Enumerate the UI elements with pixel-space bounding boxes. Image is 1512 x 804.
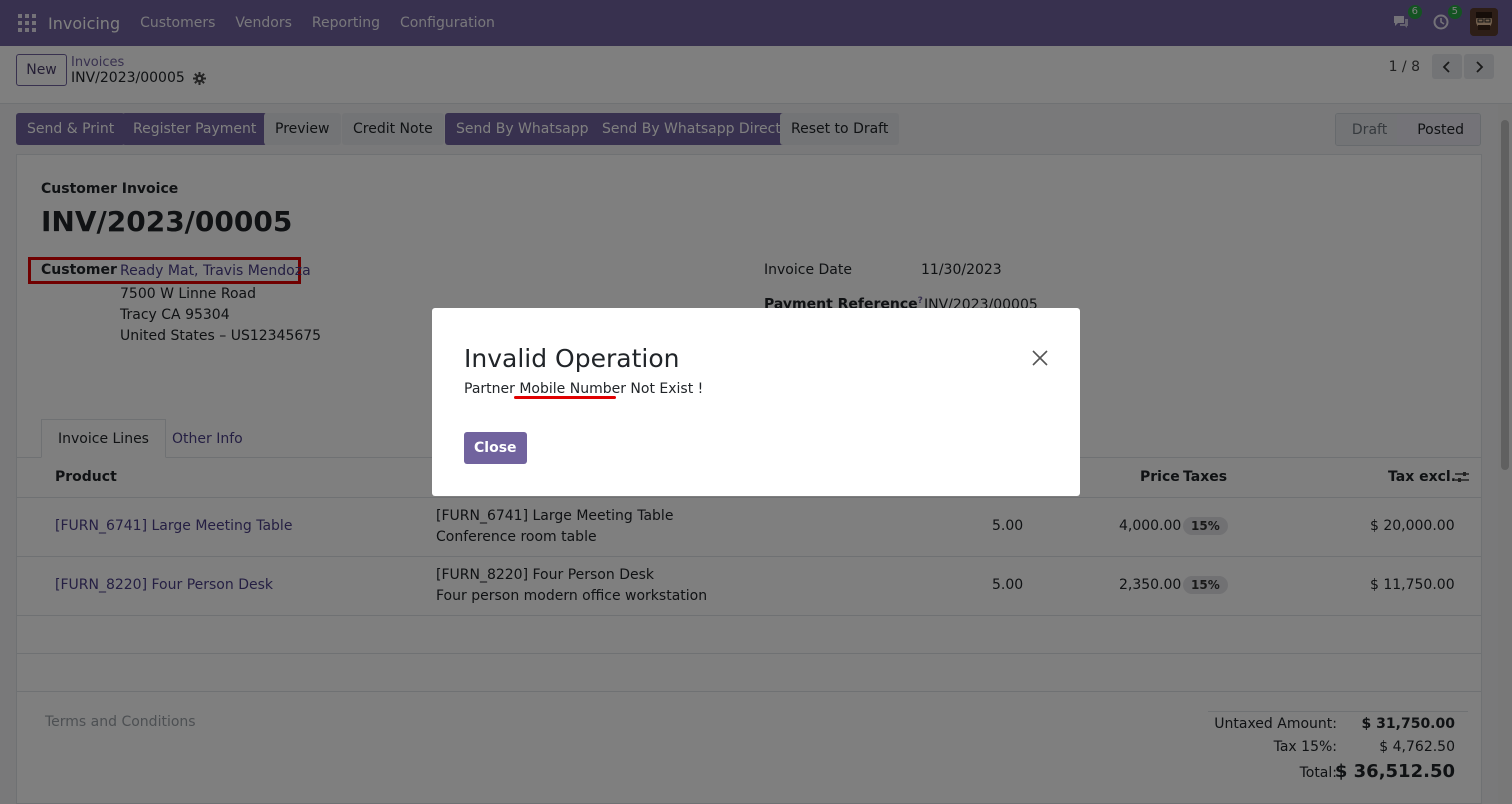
dialog-message-suffix: Not Exist !	[625, 381, 704, 397]
dialog-message-highlight: Mobile Number	[519, 381, 626, 397]
dialog-title: Invalid Operation	[464, 344, 680, 373]
close-button[interactable]: Close	[464, 432, 527, 464]
error-dialog: Invalid Operation Partner Mobile Number …	[432, 308, 1080, 496]
close-icon[interactable]	[1030, 348, 1050, 368]
dialog-message-prefix: Partner	[464, 381, 520, 397]
dialog-message: Partner Mobile Number Not Exist !	[464, 381, 703, 397]
highlight-underline	[514, 396, 616, 399]
